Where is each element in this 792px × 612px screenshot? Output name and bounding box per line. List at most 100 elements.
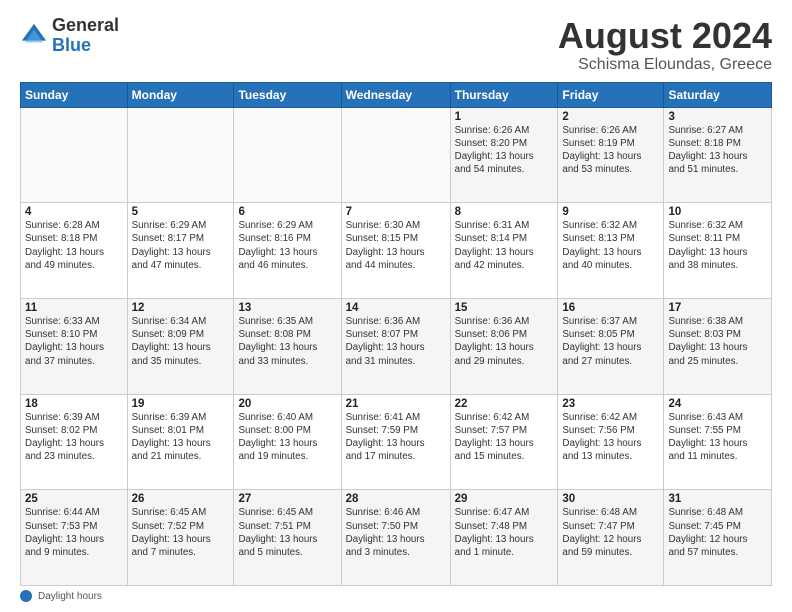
day-number: 7 [346,206,446,218]
header: General Blue August 2024 Schisma Elounda… [20,16,772,74]
day-info: Sunrise: 6:36 AM Sunset: 8:07 PM Dayligh… [346,315,446,368]
calendar-week-4: 18Sunrise: 6:39 AM Sunset: 8:02 PM Dayli… [21,394,772,490]
logo-blue: Blue [52,36,119,56]
calendar-week-3: 11Sunrise: 6:33 AM Sunset: 8:10 PM Dayli… [21,298,772,394]
day-number: 14 [346,302,446,314]
footer-dot-icon [20,590,32,602]
day-info: Sunrise: 6:33 AM Sunset: 8:10 PM Dayligh… [25,315,123,368]
day-info: Sunrise: 6:45 AM Sunset: 7:52 PM Dayligh… [132,506,230,559]
day-number: 23 [562,398,659,410]
calendar-cell: 19Sunrise: 6:39 AM Sunset: 8:01 PM Dayli… [127,394,234,490]
calendar-cell: 7Sunrise: 6:30 AM Sunset: 8:15 PM Daylig… [341,203,450,299]
logo-general: General [52,16,119,36]
calendar-cell: 27Sunrise: 6:45 AM Sunset: 7:51 PM Dayli… [234,490,341,586]
calendar-week-5: 25Sunrise: 6:44 AM Sunset: 7:53 PM Dayli… [21,490,772,586]
day-number: 5 [132,206,230,218]
calendar-cell: 26Sunrise: 6:45 AM Sunset: 7:52 PM Dayli… [127,490,234,586]
calendar-cell: 12Sunrise: 6:34 AM Sunset: 8:09 PM Dayli… [127,298,234,394]
day-info: Sunrise: 6:26 AM Sunset: 8:19 PM Dayligh… [562,124,659,177]
page: General Blue August 2024 Schisma Elounda… [0,0,792,612]
calendar-cell: 10Sunrise: 6:32 AM Sunset: 8:11 PM Dayli… [664,203,772,299]
logo-text: General Blue [52,16,119,56]
calendar-cell: 29Sunrise: 6:47 AM Sunset: 7:48 PM Dayli… [450,490,558,586]
calendar-cell: 9Sunrise: 6:32 AM Sunset: 8:13 PM Daylig… [558,203,664,299]
day-info: Sunrise: 6:32 AM Sunset: 8:13 PM Dayligh… [562,219,659,272]
day-number: 25 [25,493,123,505]
day-info: Sunrise: 6:46 AM Sunset: 7:50 PM Dayligh… [346,506,446,559]
day-number: 15 [455,302,554,314]
main-title: August 2024 [558,16,772,56]
calendar-cell: 3Sunrise: 6:27 AM Sunset: 8:18 PM Daylig… [664,107,772,203]
calendar-header: SundayMondayTuesdayWednesdayThursdayFrid… [21,82,772,107]
footer-note: Daylight hours [20,590,772,602]
day-number: 13 [238,302,336,314]
day-number: 10 [668,206,767,218]
calendar-cell: 18Sunrise: 6:39 AM Sunset: 8:02 PM Dayli… [21,394,128,490]
day-number: 28 [346,493,446,505]
calendar-cell: 30Sunrise: 6:48 AM Sunset: 7:47 PM Dayli… [558,490,664,586]
day-info: Sunrise: 6:26 AM Sunset: 8:20 PM Dayligh… [455,124,554,177]
day-info: Sunrise: 6:39 AM Sunset: 8:02 PM Dayligh… [25,411,123,464]
day-number: 20 [238,398,336,410]
calendar-cell: 13Sunrise: 6:35 AM Sunset: 8:08 PM Dayli… [234,298,341,394]
calendar-cell [341,107,450,203]
calendar-body: 1Sunrise: 6:26 AM Sunset: 8:20 PM Daylig… [21,107,772,585]
calendar-cell: 2Sunrise: 6:26 AM Sunset: 8:19 PM Daylig… [558,107,664,203]
day-info: Sunrise: 6:30 AM Sunset: 8:15 PM Dayligh… [346,219,446,272]
day-info: Sunrise: 6:44 AM Sunset: 7:53 PM Dayligh… [25,506,123,559]
day-number: 8 [455,206,554,218]
weekday-header-thursday: Thursday [450,82,558,107]
day-info: Sunrise: 6:45 AM Sunset: 7:51 PM Dayligh… [238,506,336,559]
calendar-cell: 6Sunrise: 6:29 AM Sunset: 8:16 PM Daylig… [234,203,341,299]
calendar-cell: 24Sunrise: 6:43 AM Sunset: 7:55 PM Dayli… [664,394,772,490]
day-number: 17 [668,302,767,314]
calendar-cell [127,107,234,203]
calendar-table: SundayMondayTuesdayWednesdayThursdayFrid… [20,82,772,586]
day-info: Sunrise: 6:48 AM Sunset: 7:45 PM Dayligh… [668,506,767,559]
calendar-cell: 31Sunrise: 6:48 AM Sunset: 7:45 PM Dayli… [664,490,772,586]
day-number: 6 [238,206,336,218]
calendar-cell: 5Sunrise: 6:29 AM Sunset: 8:17 PM Daylig… [127,203,234,299]
day-number: 27 [238,493,336,505]
footer-text: Daylight hours [38,591,102,602]
day-info: Sunrise: 6:41 AM Sunset: 7:59 PM Dayligh… [346,411,446,464]
day-info: Sunrise: 6:38 AM Sunset: 8:03 PM Dayligh… [668,315,767,368]
day-number: 3 [668,111,767,123]
weekday-header-monday: Monday [127,82,234,107]
calendar-cell: 20Sunrise: 6:40 AM Sunset: 8:00 PM Dayli… [234,394,341,490]
day-number: 29 [455,493,554,505]
day-info: Sunrise: 6:27 AM Sunset: 8:18 PM Dayligh… [668,124,767,177]
subtitle: Schisma Eloundas, Greece [558,56,772,74]
day-number: 30 [562,493,659,505]
weekday-header-sunday: Sunday [21,82,128,107]
calendar-cell: 25Sunrise: 6:44 AM Sunset: 7:53 PM Dayli… [21,490,128,586]
day-number: 4 [25,206,123,218]
calendar-week-2: 4Sunrise: 6:28 AM Sunset: 8:18 PM Daylig… [21,203,772,299]
day-info: Sunrise: 6:39 AM Sunset: 8:01 PM Dayligh… [132,411,230,464]
day-info: Sunrise: 6:35 AM Sunset: 8:08 PM Dayligh… [238,315,336,368]
day-number: 21 [346,398,446,410]
day-number: 1 [455,111,554,123]
calendar-cell: 14Sunrise: 6:36 AM Sunset: 8:07 PM Dayli… [341,298,450,394]
day-number: 31 [668,493,767,505]
calendar-cell: 15Sunrise: 6:36 AM Sunset: 8:06 PM Dayli… [450,298,558,394]
day-info: Sunrise: 6:40 AM Sunset: 8:00 PM Dayligh… [238,411,336,464]
day-info: Sunrise: 6:29 AM Sunset: 8:17 PM Dayligh… [132,219,230,272]
weekday-header-friday: Friday [558,82,664,107]
day-info: Sunrise: 6:48 AM Sunset: 7:47 PM Dayligh… [562,506,659,559]
logo: General Blue [20,16,119,56]
day-info: Sunrise: 6:31 AM Sunset: 8:14 PM Dayligh… [455,219,554,272]
calendar-cell: 16Sunrise: 6:37 AM Sunset: 8:05 PM Dayli… [558,298,664,394]
day-number: 2 [562,111,659,123]
calendar-cell: 22Sunrise: 6:42 AM Sunset: 7:57 PM Dayli… [450,394,558,490]
day-info: Sunrise: 6:42 AM Sunset: 7:56 PM Dayligh… [562,411,659,464]
day-info: Sunrise: 6:47 AM Sunset: 7:48 PM Dayligh… [455,506,554,559]
day-number: 26 [132,493,230,505]
calendar-cell [234,107,341,203]
calendar-cell: 8Sunrise: 6:31 AM Sunset: 8:14 PM Daylig… [450,203,558,299]
title-block: August 2024 Schisma Eloundas, Greece [558,16,772,74]
day-info: Sunrise: 6:32 AM Sunset: 8:11 PM Dayligh… [668,219,767,272]
day-number: 12 [132,302,230,314]
day-number: 24 [668,398,767,410]
calendar-cell: 28Sunrise: 6:46 AM Sunset: 7:50 PM Dayli… [341,490,450,586]
